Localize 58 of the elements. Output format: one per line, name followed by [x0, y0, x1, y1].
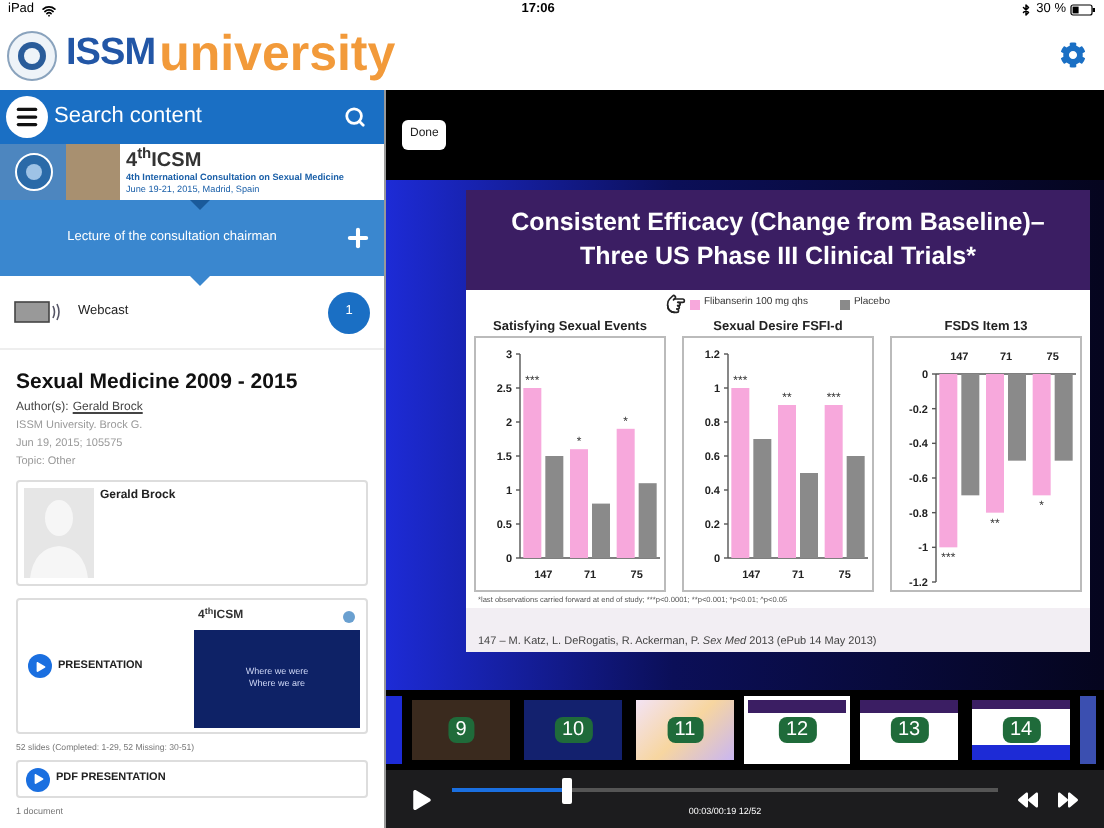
- slide-thumbnail[interactable]: 14: [968, 696, 1074, 764]
- search-bar[interactable]: Search content: [0, 90, 384, 144]
- chart-bar: [846, 456, 865, 558]
- slide-preview: [386, 696, 402, 764]
- chart-bar: [570, 449, 588, 558]
- plus-icon[interactable]: [344, 224, 372, 252]
- progress-handle[interactable]: [562, 777, 573, 803]
- slide-number-badge: 11: [666, 717, 704, 743]
- notch-marker: [190, 276, 210, 286]
- rewind-button[interactable]: [1018, 789, 1038, 809]
- notch-marker: [190, 200, 210, 210]
- x-axis: [727, 557, 869, 559]
- chart-bar: [1054, 374, 1073, 461]
- chart-bar: [961, 374, 980, 496]
- slide-number-badge: 14: [1001, 717, 1041, 743]
- chart-bar: [545, 456, 564, 558]
- avatar-silhouette: [24, 488, 94, 578]
- settings-icon[interactable]: [1060, 42, 1086, 68]
- slide-thumbnail[interactable]: 13: [856, 696, 962, 764]
- slide-thumbnail[interactable]: 12: [744, 696, 850, 764]
- chart-bar: [1032, 374, 1051, 496]
- menu-button[interactable]: [6, 96, 48, 138]
- bluetooth-icon: [1020, 4, 1033, 16]
- chart-bar: [800, 473, 818, 558]
- slide-number-badge: 10: [553, 717, 593, 743]
- society-seal-icon: [6, 29, 58, 81]
- monitor-speaker-icon: [14, 300, 62, 324]
- chart-bar: [592, 503, 610, 558]
- wifi-icon: [42, 3, 57, 17]
- pointing-hand-icon: [665, 294, 686, 314]
- logo-text: university: [159, 30, 396, 80]
- chart-bar: [753, 439, 772, 558]
- society-seal-icon: [13, 152, 53, 192]
- chart-bar: [986, 374, 1004, 513]
- slide-number-badge: 12: [777, 717, 817, 743]
- play-button[interactable]: [412, 789, 432, 809]
- x-axis: [519, 557, 661, 559]
- x-axis: [935, 373, 1077, 375]
- slide-thumbnail[interactable]: 10: [520, 696, 626, 764]
- slide-title: Consistent Efficacy (Change from Baseline)– Three US Phase III Clinical Trials*: [511, 206, 1045, 274]
- slide-thumbnail[interactable]: 9: [408, 696, 514, 764]
- slide-preview: [1080, 696, 1096, 764]
- search-icon[interactable]: [344, 106, 366, 128]
- battery-icon: [1070, 4, 1096, 16]
- chart-bar: [1008, 374, 1026, 461]
- chart-bar: [616, 428, 635, 558]
- society-seal-icon: [342, 610, 356, 624]
- menu-icon: [14, 104, 40, 130]
- logo-text: ISSM: [66, 30, 156, 79]
- slide-thumbnail[interactable]: 11: [632, 696, 738, 764]
- photo-placeholder: [66, 144, 120, 200]
- fast-forward-button[interactable]: [1058, 789, 1078, 809]
- slide-number-badge: 13: [889, 717, 929, 743]
- lecture-title: Sexual Medicine 2009 - 2015: [16, 370, 300, 396]
- search-field[interactable]: Search content: [54, 100, 338, 134]
- photo-placeholder: [412, 700, 510, 760]
- chart-bar: [638, 483, 657, 558]
- event-logo: 4$^{th}$ICSM: [126, 149, 204, 171]
